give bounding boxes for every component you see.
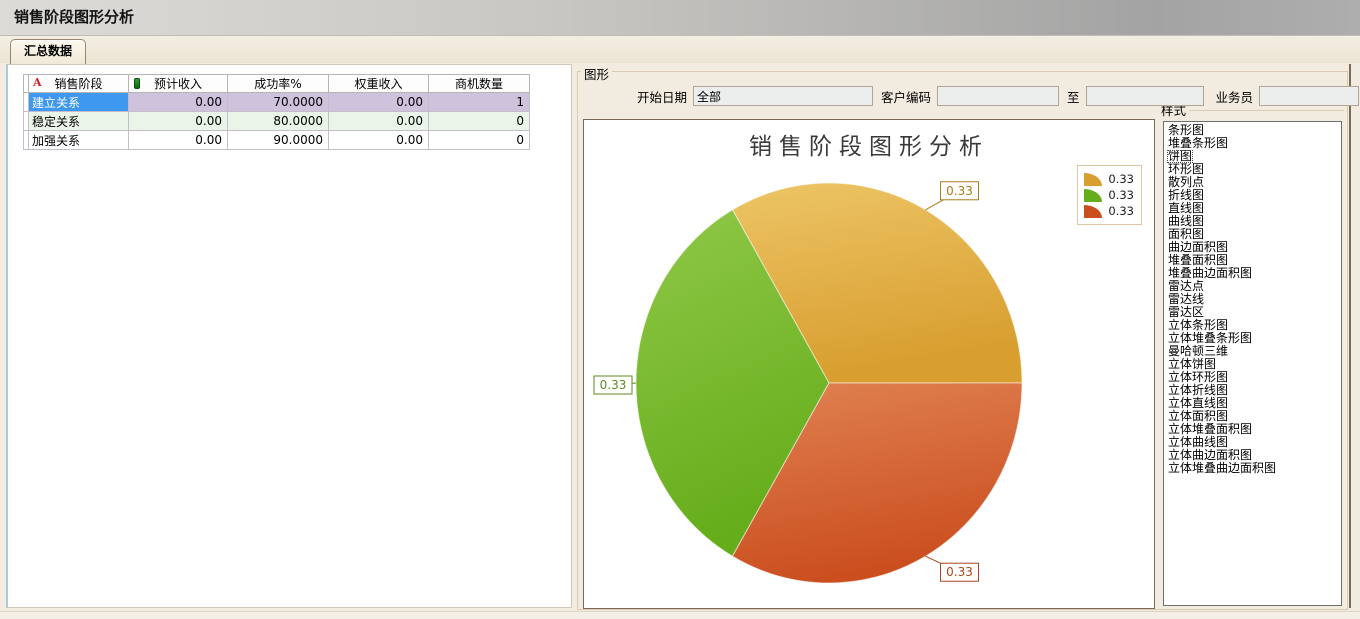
table-header-row: A 销售阶段 预计收入 成功率% 权重收入 商机数量 [24,75,530,93]
pie-chart-svg: 0.33 0.33 0.33 [584,120,1154,608]
cell-weighted-income[interactable]: 0.00 [329,112,429,131]
summary-table-panel: A 销售阶段 预计收入 成功率% 权重收入 商机数量 [6,64,572,608]
table-row[interactable]: 加强关系 0.00 90.0000 0.00 0 [24,131,530,150]
legend-item: 0.33 [1084,172,1134,186]
cell-success-rate[interactable]: 90.0000 [228,131,329,150]
legend-label: 0.33 [1108,188,1134,202]
legend-swatch-icon [1084,189,1102,202]
legend-swatch-icon [1084,173,1102,186]
customer-code-input[interactable] [937,86,1059,106]
red-letter-a-icon: A [33,76,42,89]
col-header-opportunity-count[interactable]: 商机数量 [429,75,530,93]
panel-right-edge [1349,64,1351,608]
table-body: 建立关系 0.00 70.0000 0.00 1 稳定关系 0.00 80.00… [24,93,530,150]
cell-stage[interactable]: 稳定关系 [29,112,129,131]
customer-code-to-input[interactable] [1086,86,1204,106]
app-window: 销售阶段图形分析 汇总数据 A 销售阶段 预计收入 [0,0,1360,619]
page-title: 销售阶段图形分析 [0,0,134,34]
tab-summary-data[interactable]: 汇总数据 [10,39,86,64]
start-date-label: 开始日期 [637,87,687,106]
window-titlebar: 销售阶段图形分析 [0,0,1360,36]
chart-legend: 0.33 0.33 0.33 [1077,165,1142,225]
tab-strip: 汇总数据 [0,36,1360,63]
cell-success-rate[interactable]: 80.0000 [228,112,329,131]
graph-panel: 图形 开始日期 客户编码 至 业务员 0.33 0.33 0.33 销售阶段图形分析… [575,64,1352,612]
legend-item: 0.33 [1084,204,1134,218]
cell-weighted-income[interactable]: 0.00 [329,131,429,150]
legend-item: 0.33 [1084,188,1134,202]
table-row[interactable]: 稳定关系 0.00 80.0000 0.00 0 [24,112,530,131]
tab-label: 汇总数据 [24,44,72,58]
col-header-stage[interactable]: A 销售阶段 [29,75,129,93]
start-date-input[interactable] [693,86,873,106]
green-indicator-icon [134,78,140,89]
table-row[interactable]: 建立关系 0.00 70.0000 0.00 1 [24,93,530,112]
legend-label: 0.33 [1108,204,1134,218]
col-label: 商机数量 [455,77,503,91]
col-header-success-rate[interactable]: 成功率% [228,75,329,93]
chart-title: 销售阶段图形分析 [584,127,1154,161]
cell-expected-income[interactable]: 0.00 [129,112,228,131]
style-panel: 样式 条形图堆叠条形图饼图环形图散列点折线图直线图曲线图面积图曲边面积图堆叠面积… [1161,102,1344,606]
pie-label-text: 0.33 [946,184,973,198]
style-list-item[interactable]: 立体堆叠曲边面积图 [1167,462,1277,475]
cell-success-rate[interactable]: 70.0000 [228,93,329,112]
to-label: 至 [1067,87,1080,106]
col-label: 成功率% [254,77,301,91]
summary-table: A 销售阶段 预计收入 成功率% 权重收入 商机数量 [23,74,530,150]
cell-weighted-income[interactable]: 0.00 [329,93,429,112]
cell-opportunity-count[interactable]: 0 [429,131,530,150]
customer-code-label: 客户编码 [881,87,931,106]
col-header-weighted-income[interactable]: 权重收入 [329,75,429,93]
col-label: 销售阶段 [54,77,102,91]
cell-opportunity-count[interactable]: 0 [429,112,530,131]
chart-area: 0.33 0.33 0.33 销售阶段图形分析 0.33 0.33 0.33 [583,119,1155,609]
col-label: 权重收入 [354,77,402,91]
graph-group-label: 图形 [581,64,612,83]
salesperson-label: 业务员 [1216,87,1254,106]
cell-stage[interactable]: 加强关系 [29,131,129,150]
legend-label: 0.33 [1108,172,1134,186]
groupbox-groove-line [1189,110,1344,111]
pie-label-text: 0.33 [946,565,973,579]
style-list[interactable]: 条形图堆叠条形图饼图环形图散列点折线图直线图曲线图面积图曲边面积图堆叠面积图堆叠… [1163,121,1342,606]
cell-opportunity-count[interactable]: 1 [429,93,530,112]
legend-swatch-icon [1084,205,1102,218]
filter-row: 开始日期 客户编码 至 业务员 [587,85,1338,107]
cell-stage[interactable]: 建立关系 [29,93,129,112]
window-bottom-edge [0,611,1360,619]
cell-expected-income[interactable]: 0.00 [129,93,228,112]
col-label: 预计收入 [154,77,202,91]
pie-label-text: 0.33 [600,378,627,392]
cell-expected-income[interactable]: 0.00 [129,131,228,150]
col-header-expected-income[interactable]: 预计收入 [129,75,228,93]
salesperson-input[interactable] [1259,86,1359,106]
